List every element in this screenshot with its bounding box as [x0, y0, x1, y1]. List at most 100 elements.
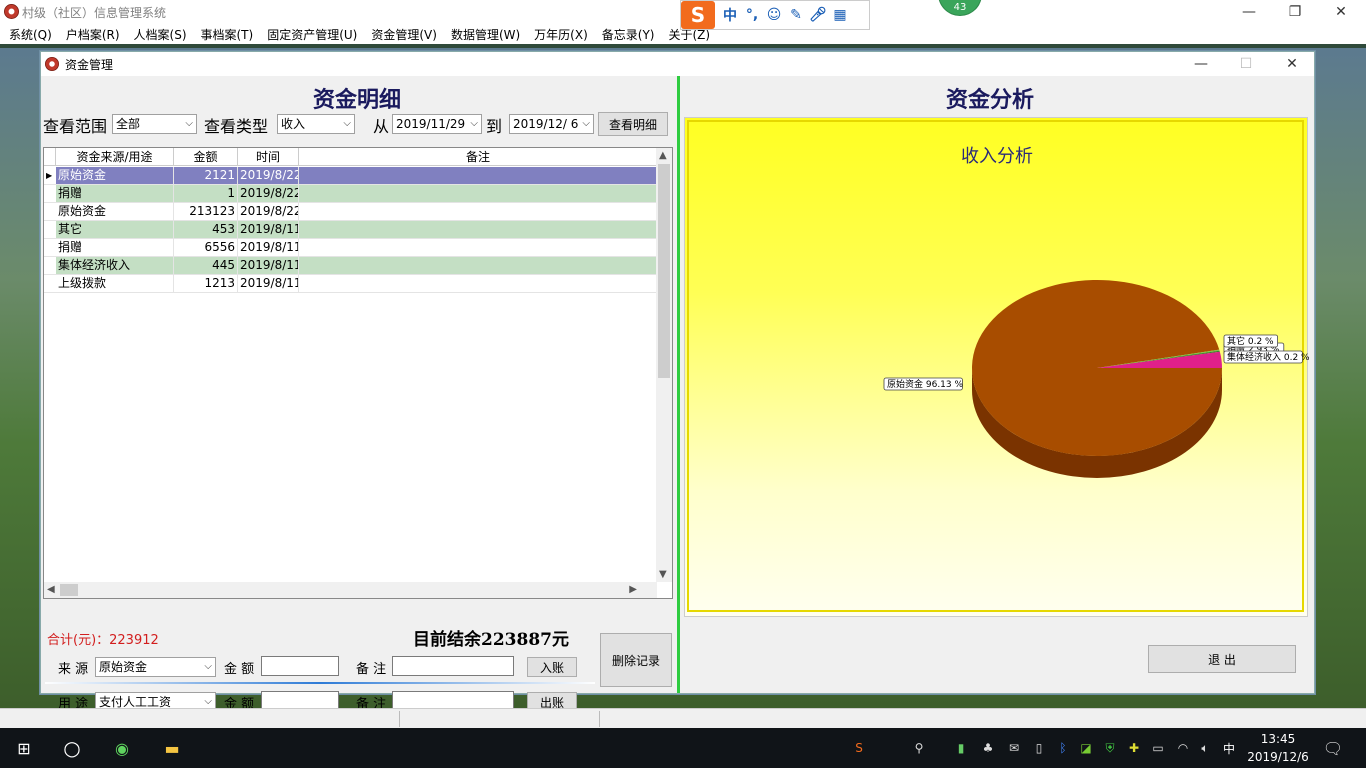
scroll-right-icon[interactable]: ▶ [629, 584, 637, 595]
table-row[interactable]: 其它 453 2019/8/11 [44, 221, 657, 239]
cell-amount: 445 [174, 257, 238, 274]
wifi-icon[interactable]: ◠ [1175, 740, 1191, 756]
column-header-note[interactable]: 备注 [299, 148, 657, 165]
cell-note [299, 221, 657, 238]
view-detail-button[interactable]: 查看明细 [598, 112, 668, 136]
type-label: 查看类型 [204, 117, 269, 136]
menu-system[interactable]: 系统(Q) [2, 26, 59, 43]
type-select[interactable]: 收入 ⌵ [277, 114, 355, 134]
table-header: 资金来源/用途 金额 时间 备注 [44, 148, 657, 166]
status-separator [399, 711, 400, 727]
ime-toolbar: S 中 °, ☺ ✎ 🎤︎ ▦ [680, 0, 870, 30]
bluetooth-icon[interactable]: ᛒ [1055, 740, 1071, 756]
column-header-date[interactable]: 时间 [238, 148, 299, 165]
income-amount-label: 金 额 [224, 662, 255, 677]
menu-funds[interactable]: 资金管理(V) [364, 26, 444, 43]
income-amount-input[interactable] [261, 656, 339, 676]
clock-date[interactable]: 2019/12/6 [1245, 750, 1311, 764]
vertical-scrollbar[interactable]: ▲ ▼ [656, 148, 672, 582]
app-maximize-button[interactable]: ❐ [1272, 0, 1318, 24]
table-row[interactable]: 集体经济收入 445 2019/8/11 [44, 257, 657, 275]
menu-person[interactable]: 人档案(S) [127, 26, 194, 43]
vertical-scroll-thumb[interactable] [658, 164, 670, 378]
row-indicator [44, 239, 56, 256]
pie-label-集体经济收入: 集体经济收入 0.2 % [1223, 350, 1309, 364]
fund-minimize-button[interactable]: — [1179, 52, 1223, 76]
nvidia-icon[interactable]: ◪ [1078, 740, 1094, 756]
cell-source: 捐赠 [56, 185, 174, 202]
table-row[interactable]: 捐赠 6556 2019/8/11 [44, 239, 657, 257]
table-row[interactable]: 捐赠 1 2019/8/22 [44, 185, 657, 203]
menu-assets[interactable]: 固定资产管理(U) [260, 26, 364, 43]
scroll-left-icon[interactable]: ◀ [47, 584, 55, 595]
cell-amount: 213123 [174, 203, 238, 220]
sogou-logo-icon[interactable]: S [681, 1, 715, 29]
income-note-input[interactable] [392, 656, 514, 676]
pie-label-text: 其它 0.2 % [1227, 335, 1274, 347]
volume-icon[interactable]: 🔈︎ [1197, 740, 1213, 756]
menu-household[interactable]: 户档案(R) [59, 26, 127, 43]
horizontal-scrollbar[interactable]: ◀ ▶ [44, 582, 657, 598]
people-icon[interactable]: ⚲ [911, 740, 927, 756]
income-note-label: 备 注 [356, 662, 387, 677]
file-explorer-icon[interactable]: ▬ [160, 736, 184, 760]
fund-detail-heading: 资金明细 [313, 87, 402, 113]
deposit-button[interactable]: 入账 [527, 657, 577, 677]
wechat-icon[interactable]: ✉ [1006, 740, 1022, 756]
fund-window-logo-icon [45, 57, 59, 71]
from-date-picker[interactable]: 2019/11/29 ⌵ [392, 114, 482, 134]
browser-icon[interactable]: ◉ [110, 736, 134, 760]
qq-icon[interactable]: ♣ [980, 740, 996, 756]
cell-note [299, 257, 657, 274]
input-language-indicator[interactable]: 中 [1221, 740, 1237, 756]
table-row[interactable]: 原始资金 213123 2019/8/22 [44, 203, 657, 221]
fund-close-button[interactable]: ✕ [1270, 52, 1314, 76]
menu-calendar[interactable]: 万年历(X) [527, 26, 595, 43]
battery-tool-icon[interactable]: ▮ [953, 740, 969, 756]
scroll-down-icon[interactable]: ▼ [659, 569, 667, 580]
microphone-icon[interactable]: 🎤︎ [807, 4, 829, 26]
menu-affairs[interactable]: 事档案(T) [194, 26, 261, 43]
search-icon[interactable]: ○ [60, 736, 84, 760]
windows-start-icon[interactable]: ⊞ [12, 736, 36, 760]
row-indicator [44, 185, 56, 202]
income-source-select[interactable]: 原始资金 ⌵ [95, 657, 216, 677]
menu-data[interactable]: 数据管理(W) [444, 26, 527, 43]
plus-app-icon[interactable]: ✚ [1126, 740, 1142, 756]
fund-window-title: 资金管理 [65, 57, 114, 72]
table-row[interactable]: 上级拨款 1213 2019/8/11 [44, 275, 657, 293]
fund-management-window: 资金管理 — ☐ ✕ 资金明细 查看范围 全部 ⌵ 查看类型 收入 ⌵ 从 2019… [40, 51, 1315, 712]
security-shield-icon[interactable]: ⛨ [1102, 740, 1118, 756]
form-divider [45, 682, 595, 684]
app-minimize-button[interactable]: — [1226, 0, 1272, 24]
column-header-amount[interactable]: 金额 [174, 148, 238, 165]
app-close-button[interactable]: ✕ [1318, 0, 1364, 24]
sogou-tray-icon[interactable]: S [851, 740, 867, 756]
current-balance-label: 目前结余223887元 [413, 630, 569, 650]
toolbox-grid-icon[interactable]: ▦ [829, 4, 851, 26]
ime-mode-toggle[interactable]: 中 [719, 4, 741, 26]
emoji-icon[interactable]: ☺ [763, 4, 785, 26]
notification-center-icon[interactable]: 🗨︎ [1323, 739, 1343, 758]
cell-date: 2019/8/11 [238, 257, 299, 274]
scroll-up-icon[interactable]: ▲ [659, 150, 667, 161]
clock-time[interactable]: 13:45 [1258, 732, 1298, 746]
cell-amount: 453 [174, 221, 238, 238]
ime-punctuation-toggle[interactable]: °, [741, 4, 763, 26]
total-amount-label: 合计(元)：223912 [47, 633, 159, 648]
delete-record-button[interactable]: 删除记录 [600, 633, 672, 687]
fund-maximize-button[interactable]: ☐ [1224, 52, 1268, 76]
usb-icon[interactable]: ▯ [1031, 740, 1047, 756]
column-header-source[interactable]: 资金来源/用途 [56, 148, 174, 165]
range-select[interactable]: 全部 ⌵ [112, 114, 197, 134]
table-row[interactable]: ▶ 原始资金 2121 2019/8/22 [44, 167, 657, 185]
power-icon[interactable]: ▭ [1150, 740, 1166, 756]
to-date-picker[interactable]: 2019/12/ 6 ⌵ [509, 114, 594, 134]
exit-button[interactable]: 退 出 [1148, 645, 1296, 673]
horizontal-scroll-thumb[interactable] [60, 584, 78, 596]
fund-analysis-heading: 资金分析 [946, 87, 1035, 113]
pie-label-原始资金: 原始资金 96.13 % [883, 377, 963, 391]
menu-memo[interactable]: 备忘录(Y) [595, 26, 662, 43]
row-indicator [44, 275, 56, 292]
handwriting-icon[interactable]: ✎ [785, 4, 807, 26]
